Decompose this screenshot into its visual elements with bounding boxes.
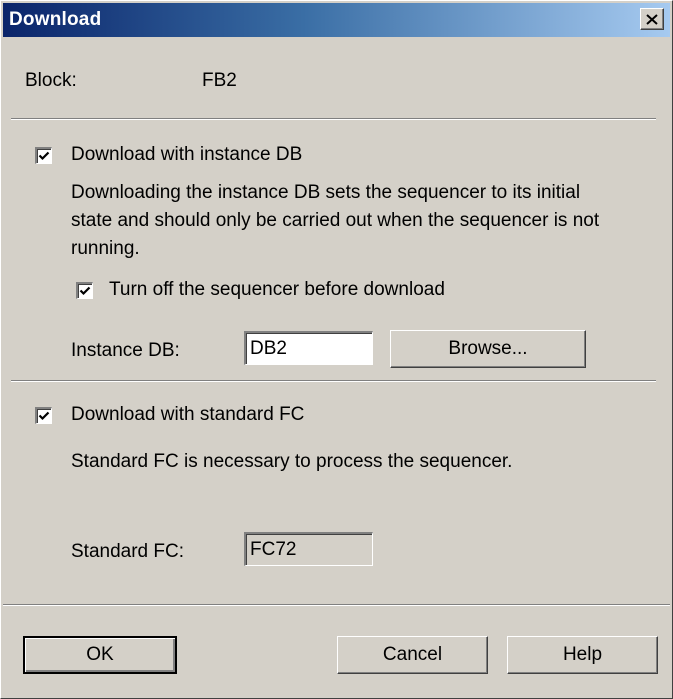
ok-button[interactable]: OK bbox=[23, 636, 177, 674]
separator bbox=[11, 380, 656, 382]
close-icon bbox=[646, 13, 658, 25]
download-instance-db-label[interactable]: Download with instance DB bbox=[71, 144, 302, 166]
separator bbox=[11, 118, 656, 120]
checkmark-icon bbox=[38, 151, 50, 161]
turn-off-sequencer-checkbox[interactable] bbox=[76, 282, 93, 299]
download-instance-db-checkbox[interactable] bbox=[35, 147, 52, 164]
download-standard-fc-checkbox[interactable] bbox=[35, 407, 52, 424]
help-button[interactable]: Help bbox=[507, 636, 658, 674]
cancel-button[interactable]: Cancel bbox=[337, 636, 488, 674]
instance-db-label: Instance DB: bbox=[71, 340, 180, 361]
instance-db-input[interactable] bbox=[244, 331, 373, 365]
block-value: FB2 bbox=[202, 70, 237, 91]
standard-fc-label: Standard FC: bbox=[71, 541, 184, 562]
description-line: Downloading the instance DB sets the seq… bbox=[71, 182, 581, 203]
close-button[interactable] bbox=[640, 8, 664, 30]
title-bar[interactable]: Download bbox=[3, 3, 670, 37]
standard-fc-description: Standard FC is necessary to process the … bbox=[71, 451, 513, 472]
separator bbox=[3, 604, 670, 606]
standard-fc-input bbox=[244, 532, 373, 566]
block-label: Block: bbox=[25, 70, 77, 91]
download-dialog: Download Block: FB2 Download with instan… bbox=[0, 0, 673, 699]
description-line: running. bbox=[71, 238, 140, 259]
checkmark-icon bbox=[79, 286, 91, 296]
window-title: Download bbox=[9, 9, 102, 30]
browse-button[interactable]: Browse... bbox=[390, 330, 586, 368]
turn-off-sequencer-label[interactable]: Turn off the sequencer before download bbox=[109, 279, 445, 301]
description-line: state and should only be carried out whe… bbox=[71, 210, 600, 231]
instance-db-description: Downloading the instance DB sets the seq… bbox=[71, 179, 671, 263]
checkmark-icon bbox=[38, 411, 50, 421]
download-standard-fc-label[interactable]: Download with standard FC bbox=[71, 404, 304, 426]
